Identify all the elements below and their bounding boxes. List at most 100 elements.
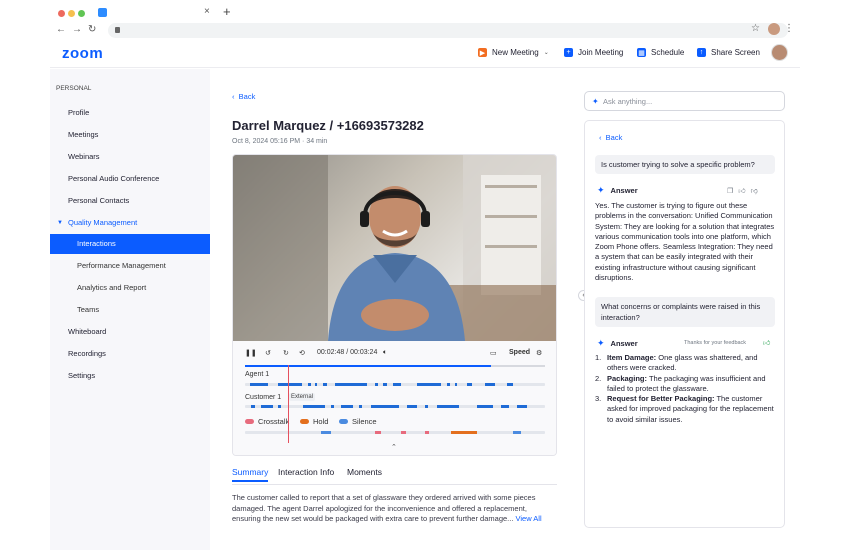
- sidebar-item-recordings[interactable]: Recordings: [50, 344, 210, 364]
- pause-icon[interactable]: ❚❚: [245, 349, 257, 357]
- hold-marker: [451, 431, 477, 434]
- answer-actions: ❐👍︎👎︎: [727, 186, 763, 195]
- new-tab-icon[interactable]: +: [223, 4, 231, 19]
- window-maximize-dot[interactable]: [78, 10, 85, 17]
- playhead-marker[interactable]: [288, 365, 289, 443]
- thumbs-up-icon[interactable]: 👍︎: [738, 188, 750, 195]
- agent-speech-segment: [507, 383, 513, 386]
- sidebar-item-quality-management[interactable]: ▼ Quality Management: [50, 213, 210, 233]
- customer-speech-segment: [437, 405, 459, 408]
- join-meeting-button[interactable]: + Join Meeting: [564, 48, 623, 57]
- browser-reload-icon[interactable]: ↻: [88, 24, 96, 35]
- rewind-icon[interactable]: ↺: [265, 349, 271, 357]
- agent-speech-segment: [393, 383, 401, 386]
- tab-summary[interactable]: Summary: [232, 467, 269, 482]
- player-controls: ❚❚ ↺ ↻ ⟲ 00:02:48 / 00:03:24 🔈︎ ▭ Speed …: [233, 341, 556, 455]
- sidebar-item-profile[interactable]: Profile: [50, 103, 210, 123]
- customer-track[interactable]: [245, 405, 545, 408]
- browser-nav-row: ← → ↻ ☆ ⋮: [50, 22, 800, 39]
- back-link[interactable]: ‹ Back: [232, 92, 255, 101]
- window-close-dot[interactable]: [58, 10, 65, 17]
- browser-forward-icon[interactable]: →: [72, 24, 82, 35]
- track-label-agent: Agent 1: [245, 371, 270, 378]
- ask-placeholder: Ask anything...: [603, 97, 653, 106]
- volume-icon[interactable]: 🔈︎: [383, 349, 387, 357]
- forward-icon[interactable]: ↻: [283, 349, 289, 357]
- customer-speech-segment: [278, 405, 281, 408]
- agent-speech-segment: [485, 383, 495, 386]
- new-meeting-button[interactable]: ▶ New Meeting ⌄: [478, 48, 549, 57]
- agent-speech-segment: [455, 383, 457, 386]
- new-meeting-label: New Meeting: [492, 48, 539, 57]
- sidebar-item-whiteboard[interactable]: Whiteboard: [50, 322, 210, 342]
- answer-label: Answer: [610, 186, 638, 195]
- customer-speech-segment: [371, 405, 399, 408]
- tab-interaction-info[interactable]: Interaction Info: [278, 467, 334, 480]
- settings-gear-icon[interactable]: ⚙: [536, 349, 542, 357]
- plus-icon: +: [564, 48, 573, 57]
- legend-crosstalk-label: Crosstalk: [258, 417, 290, 426]
- schedule-button[interactable]: ▦ Schedule: [637, 48, 684, 57]
- assistant-back-link[interactable]: ‹ Back: [599, 133, 622, 142]
- sidebar-item-personal-contacts[interactable]: Personal Contacts: [50, 191, 210, 211]
- sidebar-item-settings[interactable]: Settings: [50, 366, 210, 386]
- tab-moments[interactable]: Moments: [347, 467, 382, 480]
- assistant-panel: ‹ Back Is customer trying to solve a spe…: [584, 120, 785, 528]
- sidebar-item-meetings[interactable]: Meetings: [50, 125, 210, 145]
- back-label: Back: [238, 92, 256, 101]
- agent-speech-segment: [335, 383, 367, 386]
- browser-back-icon[interactable]: ←: [56, 24, 66, 35]
- interaction-timestamp: Oct 8, 2024 05:16 PM · 34 min: [232, 138, 328, 145]
- browser-profile-avatar[interactable]: [768, 23, 780, 35]
- playback-progress-bar[interactable]: [245, 365, 545, 367]
- share-screen-label: Share Screen: [711, 48, 760, 57]
- agent-speech-segment: [315, 383, 317, 386]
- sidebar-item-performance-management[interactable]: Performance Management: [50, 256, 210, 276]
- summary-body: The customer called to report that a set…: [232, 493, 536, 523]
- silence-marker: [513, 431, 521, 434]
- crosstalk-swatch: [245, 419, 254, 424]
- thumbs-down-icon[interactable]: 👎︎: [751, 188, 763, 195]
- sidebar-item-interactions[interactable]: Interactions: [50, 234, 210, 254]
- chevron-up-icon[interactable]: ⌃: [391, 443, 397, 451]
- zoom-logo[interactable]: zoom: [62, 45, 103, 62]
- ask-anything-input[interactable]: ✦ Ask anything...: [584, 91, 785, 111]
- agent-track[interactable]: [245, 383, 545, 386]
- sidebar-item-analytics-and-report[interactable]: Analytics and Report: [50, 278, 210, 298]
- chevron-left-icon: ‹: [599, 133, 602, 142]
- tab-close-icon[interactable]: ×: [204, 6, 210, 17]
- feedback-thanks: Thanks for your feedback: [684, 340, 747, 346]
- sidebar-item-webinars[interactable]: Webinars: [50, 147, 210, 167]
- chevron-down-icon[interactable]: ⌄: [544, 49, 549, 56]
- customer-speech-segment: [477, 405, 493, 408]
- video-frame[interactable]: [233, 155, 556, 341]
- user-avatar[interactable]: [771, 44, 788, 61]
- legend-silence: Silence: [339, 417, 377, 426]
- sidebar-item-personal-audio-conference[interactable]: Personal Audio Conference: [50, 169, 210, 189]
- customer-speech-segment: [251, 405, 255, 408]
- bookmark-star-icon[interactable]: ☆: [751, 23, 760, 34]
- address-bar[interactable]: [108, 23, 788, 38]
- view-all-link[interactable]: View All: [516, 514, 542, 523]
- silence-marker: [321, 431, 331, 434]
- browser-menu-icon[interactable]: ⋮: [784, 23, 794, 34]
- events-track[interactable]: [245, 431, 545, 434]
- video-camera-icon: ▶: [478, 48, 487, 57]
- recording-player: ❚❚ ↺ ↻ ⟲ 00:02:48 / 00:03:24 🔈︎ ▭ Speed …: [232, 154, 557, 456]
- sidebar-item-teams[interactable]: Teams: [50, 300, 210, 320]
- copy-icon[interactable]: ❐: [727, 188, 738, 195]
- list-number: 3.: [595, 394, 602, 404]
- customer-speech-segment: [407, 405, 417, 408]
- replay-icon[interactable]: ⟲: [299, 349, 305, 357]
- list-item: 3. Request for Better Packaging: The cus…: [595, 394, 777, 425]
- thumbs-up-filled-icon[interactable]: 👍︎: [763, 338, 770, 347]
- caption-icon[interactable]: ▭: [490, 349, 497, 357]
- app-header: zoom ▶ New Meeting ⌄ + Join Meeting ▦ Sc…: [50, 40, 800, 68]
- customer-speech-segment: [359, 405, 362, 408]
- question-bubble: Is customer trying to solve a specific p…: [595, 155, 775, 174]
- speed-button[interactable]: Speed: [509, 349, 530, 356]
- window-minimize-dot[interactable]: [68, 10, 75, 17]
- share-screen-button[interactable]: ↑ Share Screen: [697, 48, 760, 57]
- agent-speech-segment: [323, 383, 327, 386]
- agent-speech-segment: [417, 383, 441, 386]
